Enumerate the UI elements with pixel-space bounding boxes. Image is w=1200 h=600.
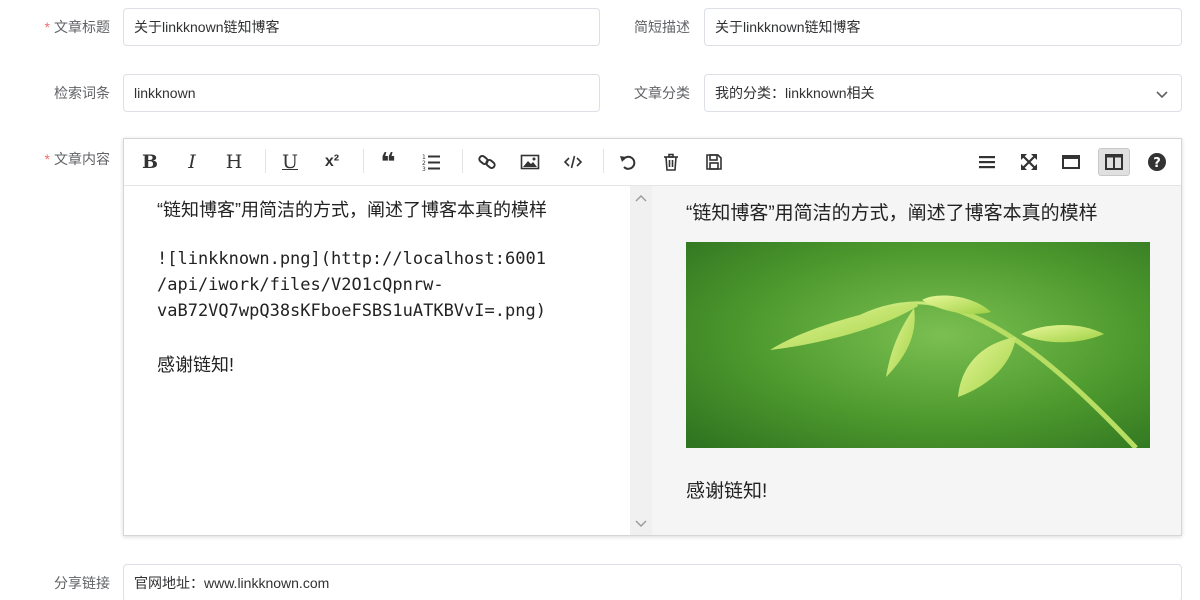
link-button[interactable] <box>472 148 502 176</box>
bold-button[interactable]: B <box>135 148 165 176</box>
share-input[interactable]: 官网地址：www.linkknown.com <box>123 564 1182 600</box>
preview-only-button[interactable] <box>1056 148 1086 176</box>
image-button[interactable] <box>515 148 545 176</box>
markdown-preview-pane: “链知博客”用简洁的方式，阐述了博客本真的模样 感谢链知! <box>652 186 1181 535</box>
editor-toolbar: B I H U x² ❝ 123 ? <box>124 139 1181 186</box>
svg-text:?: ? <box>1153 156 1161 171</box>
code-line: 感谢链知! <box>157 355 235 375</box>
save-button[interactable] <box>699 148 729 176</box>
toolbar-divider <box>603 149 604 173</box>
toolbar-divider <box>363 149 364 173</box>
underline-button[interactable]: U <box>275 148 305 176</box>
preview-image <box>686 242 1150 448</box>
italic-button[interactable]: I <box>177 148 207 176</box>
trash-icon <box>664 153 678 171</box>
title-input[interactable]: 关于linkknown链知博客 <box>123 8 600 46</box>
preview-paragraph: 感谢链知! <box>686 481 768 502</box>
chevron-down-icon <box>1156 91 1168 99</box>
chevron-down-icon <box>635 520 647 527</box>
title-label: * 文章标题 <box>44 19 110 35</box>
desc-label: 简短描述 <box>634 19 690 35</box>
plant-sprout-image <box>686 242 1150 448</box>
chevron-up-icon <box>635 195 647 202</box>
expand-icon <box>1021 154 1037 170</box>
desc-input[interactable]: 关于linkknown链知博客 <box>704 8 1182 46</box>
code-line: vaB72VQ7wpQ38sKFboeFSBS1uATKBVvI=.png) <box>157 301 546 321</box>
image-icon <box>520 154 540 170</box>
fullscreen-button[interactable] <box>1014 148 1044 176</box>
category-selected-value: 我的分类：linkknown相关 <box>715 85 875 101</box>
keywords-input[interactable]: linkknown <box>123 74 600 112</box>
code-line: ![linkknown.png](http://localhost:6001 <box>157 249 546 269</box>
undo-button[interactable] <box>613 148 643 176</box>
share-label: 分享链接 <box>54 575 110 591</box>
save-icon <box>706 154 722 170</box>
columns-icon <box>1105 154 1123 170</box>
category-select[interactable]: 我的分类：linkknown相关 <box>704 74 1182 112</box>
code-icon <box>563 155 583 169</box>
toolbar-divider <box>462 149 463 173</box>
window-icon <box>1062 155 1080 169</box>
heading-button[interactable]: H <box>219 148 249 176</box>
menu-icon <box>979 156 995 169</box>
clear-button[interactable] <box>656 148 686 176</box>
toolbar-divider <box>265 149 266 173</box>
help-icon: ? <box>1148 153 1166 171</box>
link-icon <box>478 155 496 169</box>
undo-icon <box>620 155 636 170</box>
code-line: /api/iwork/files/V2O1cQpnrw- <box>157 275 444 295</box>
code-button[interactable] <box>558 148 588 176</box>
superscript-button[interactable]: x² <box>317 148 347 176</box>
ordered-list-icon: 123 <box>422 154 440 172</box>
quote-button[interactable]: ❝ <box>373 147 403 177</box>
category-label: 文章分类 <box>634 85 690 101</box>
content-label: * 文章内容 <box>44 151 110 167</box>
source-scrollbar[interactable] <box>630 186 652 535</box>
svg-text:3: 3 <box>422 166 426 172</box>
split-view-button[interactable] <box>1098 148 1130 176</box>
required-mark: * <box>44 19 50 35</box>
markdown-source-pane[interactable]: “链知博客”用简洁的方式，阐述了博客本真的模样 ![linkknown.png]… <box>124 186 630 535</box>
required-mark: * <box>44 151 50 167</box>
preview-paragraph: “链知博客”用简洁的方式，阐述了博客本真的模样 <box>686 203 1098 224</box>
help-button[interactable]: ? <box>1142 148 1172 176</box>
ordered-list-button[interactable]: 123 <box>416 148 446 176</box>
markdown-editor: B I H U x² ❝ 123 ? “链知博客”用简洁的方式，阐述了博客本真的… <box>123 138 1182 536</box>
navigation-button[interactable] <box>972 148 1002 176</box>
keywords-label: 检索词条 <box>54 85 110 101</box>
code-line: “链知博客”用简洁的方式，阐述了博客本真的模样 <box>157 200 547 220</box>
